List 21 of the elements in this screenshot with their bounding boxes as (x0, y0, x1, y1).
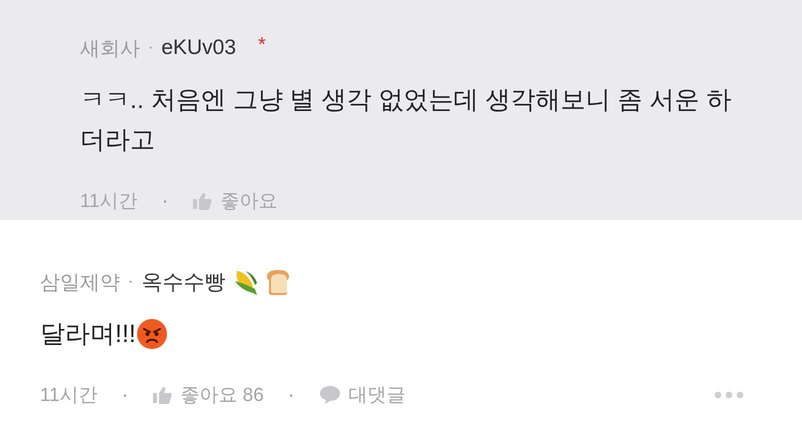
speech-bubble-icon (318, 385, 340, 405)
comment-text: 달라며!!! (40, 319, 136, 350)
like-button[interactable]: 좋아요 86 (152, 382, 264, 408)
separator-dot: · (122, 384, 128, 406)
thumbs-up-icon (192, 192, 212, 210)
separator-dot: · (288, 384, 294, 406)
comment-text: ㅋㅋ.. 처음엔 그냥 별 생각 없었는데 생각해보니 좀 서운 하더라고 (80, 85, 732, 156)
separator-dot: · (128, 273, 134, 291)
angry-face-icon (136, 318, 168, 350)
timestamp: 11시간 (80, 190, 138, 214)
separator-dot: · (162, 190, 168, 212)
timestamp: 11시간 (40, 384, 98, 408)
company-name: 새회사 (80, 36, 140, 62)
company-name: 삼일제약 (40, 270, 120, 296)
author-mark: * (258, 34, 266, 57)
thumbs-up-icon (152, 386, 172, 404)
like-button[interactable]: 좋아요 (192, 188, 278, 214)
reply-button[interactable]: 대댓글 (318, 382, 406, 408)
nickname[interactable]: 옥수수빵 (141, 268, 226, 296)
nickname[interactable]: eKUv03 (161, 36, 236, 60)
separator-dot: · (148, 39, 154, 57)
